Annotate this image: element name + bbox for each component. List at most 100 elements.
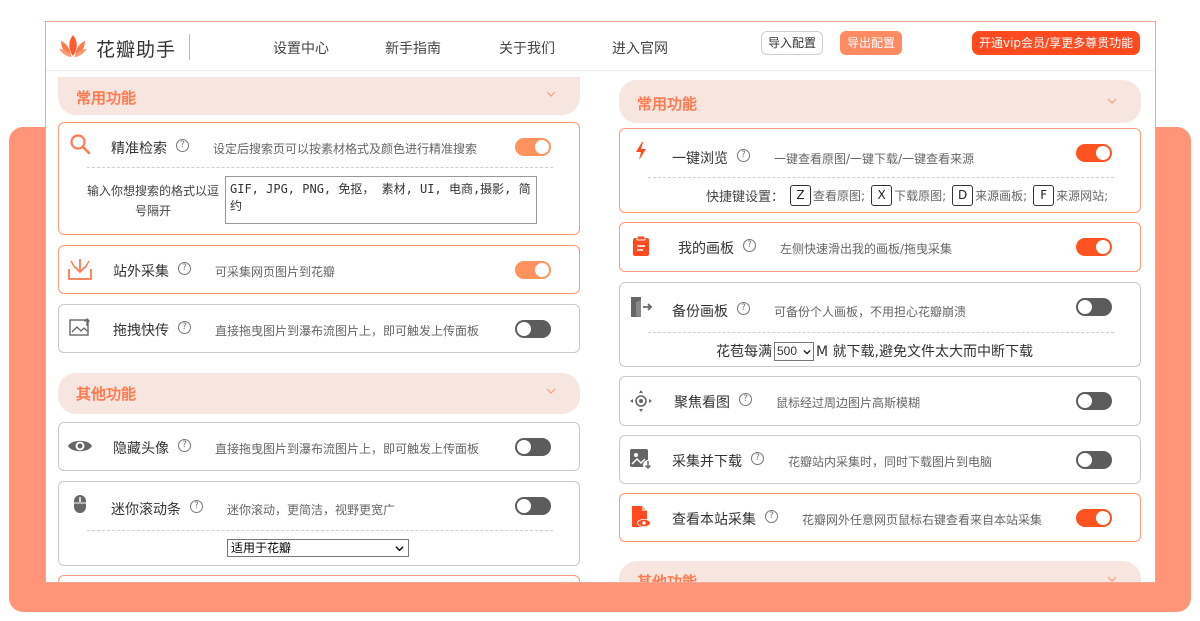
divider <box>87 167 553 168</box>
feature-title: 精准检索 <box>111 141 167 157</box>
feature-card-external-collect: 站外采集 ? 可采集网页图片到花瓣 <box>58 245 580 294</box>
my-board-toggle[interactable] <box>1076 238 1112 256</box>
section-title: 其他功能 <box>76 385 137 403</box>
help-icon[interactable]: ? <box>190 500 203 513</box>
feature-title: 站外采集 <box>113 264 169 280</box>
help-icon[interactable]: ? <box>178 262 191 275</box>
input-label: 输入你想搜索的格式以逗号隔开 <box>86 184 219 218</box>
file-eye-icon <box>628 504 654 530</box>
backup-prefix: 花苞每满 <box>716 344 772 360</box>
feature-description: 花瓣站内采集时，同时下载图片到电脑 <box>788 455 993 469</box>
section-header-common[interactable]: 常用功能 <box>619 80 1141 123</box>
collect-download-toggle[interactable] <box>1076 451 1112 469</box>
exit-door-icon <box>628 294 654 320</box>
nav-official-site[interactable]: 进入官网 <box>612 38 668 58</box>
section-header-other[interactable]: 其他功能 <box>58 373 580 414</box>
help-icon[interactable]: ? <box>737 149 750 162</box>
hotkey-f-input[interactable]: F <box>1033 185 1055 206</box>
feature-title: 聚焦看图 <box>674 395 730 411</box>
chevron-down-icon <box>1107 576 1117 582</box>
lotus-logo-icon <box>59 35 87 57</box>
feature-card-one-click: 一键浏览 ? 一键查看原图/一键下载/一键查看来源 快捷键设置： Z 查看原图;… <box>619 128 1141 213</box>
feature-card-collect-download: 采集并下载 ? 花瓣站内采集时，同时下载图片到电脑 <box>619 435 1141 484</box>
hotkey-d-input[interactable]: D <box>952 185 974 206</box>
divider <box>87 530 553 531</box>
external-collect-toggle[interactable] <box>515 261 551 279</box>
backup-size-select[interactable]: 500 <box>774 341 814 361</box>
section-title: 其他功能 <box>637 573 698 583</box>
brand-divider <box>189 34 190 60</box>
import-config-button[interactable]: 导入配置 <box>761 31 824 55</box>
collect-download-icon <box>67 256 93 282</box>
help-icon[interactable]: ? <box>751 452 764 465</box>
image-upload-icon <box>67 315 93 341</box>
section-header-common[interactable]: 常用功能 <box>58 77 580 115</box>
brand-name: 花瓣助手 <box>96 39 177 61</box>
hotkey-label: 快捷键设置： <box>706 190 785 205</box>
feature-card-my-board: 我的画板 ? 左侧快速滑出我的画板/拖曳采集 <box>619 222 1141 272</box>
hotkey-label: 查看原图; <box>813 189 866 203</box>
feature-description: 花瓣网外任意网页鼠标右键查看来自本站采集 <box>802 513 1043 527</box>
feature-card-mini-scroll: 迷你滚动条 ? 迷你滚动，更简洁，视野更宽广 适用于花瓣 <box>58 481 580 566</box>
feature-title: 隐藏头像 <box>113 441 169 457</box>
help-icon[interactable]: ? <box>176 139 189 152</box>
hotkey-z-input[interactable]: Z <box>790 185 812 206</box>
help-icon[interactable]: ? <box>737 302 750 315</box>
help-icon[interactable]: ? <box>178 439 191 452</box>
feature-card-precise-search: 精准检索 ? 设定后搜索页可以按素材格式及颜色进行精准搜索 输入你想搜索的格式以… <box>58 122 580 235</box>
feature-description: 迷你滚动，更简洁，视野更宽广 <box>227 503 396 517</box>
feature-title: 拖拽快传 <box>113 323 169 339</box>
nav-about-us[interactable]: 关于我们 <box>499 38 555 58</box>
section-title: 常用功能 <box>76 89 137 107</box>
scroll-target-select[interactable]: 适用于花瓣 <box>227 539 409 557</box>
backup-board-toggle[interactable] <box>1076 298 1112 316</box>
nav-settings-center[interactable]: 设置中心 <box>273 38 329 58</box>
feature-card-backup-board: 备份画板 ? 可备份个人画板，不用担心花瓣崩溃 花苞每满 500 M 就下载,避… <box>619 282 1141 367</box>
hotkey-label: 来源画板; <box>975 189 1028 203</box>
hotkey-x-input[interactable]: X <box>871 185 893 206</box>
mouse-icon <box>67 491 93 517</box>
feature-description: 左侧快速滑出我的画板/拖曳采集 <box>780 242 953 256</box>
feature-description: 直接拖曳图片到瀑布流图片上，即可触发上传面板 <box>215 324 480 338</box>
feature-card-focus-view: 聚焦看图 ? 鼠标经过周边图片高斯模糊 <box>619 376 1141 426</box>
one-click-toggle[interactable] <box>1076 144 1112 162</box>
help-icon[interactable]: ? <box>178 321 191 334</box>
eye-icon <box>67 433 93 459</box>
focus-view-toggle[interactable] <box>1076 392 1112 410</box>
export-config-button[interactable]: 导出配置 <box>840 31 903 55</box>
select-value: 适用于花瓣 <box>231 541 292 555</box>
feature-description: 可采集网页图片到花瓣 <box>215 265 336 279</box>
help-icon[interactable]: ? <box>765 510 778 523</box>
search-icon <box>67 131 93 157</box>
chevron-down-icon <box>546 91 556 97</box>
chevron-down-icon <box>1107 98 1117 104</box>
feature-description: 直接拖曳图片到瀑布流图片上，即可触发上传面板 <box>215 442 480 456</box>
divider <box>648 332 1114 333</box>
backup-threshold-row: 花苞每满 500 M 就下载,避免文件太大而中断下载 <box>716 341 1033 361</box>
focus-target-icon <box>628 388 654 414</box>
view-site-collect-toggle[interactable] <box>1076 509 1112 527</box>
precise-search-toggle[interactable] <box>515 138 551 156</box>
vip-button[interactable]: 开通vip会员/享更多尊贵功能 <box>972 31 1141 55</box>
feature-title: 备份画板 <box>672 304 728 320</box>
feature-title: 一键浏览 <box>672 151 728 167</box>
app-window: 花瓣助手 设置中心 新手指南 关于我们 进入官网 导入配置 导出配置 开通vip… <box>45 21 1156 583</box>
format-input[interactable]: GIF, JPG, PNG, 免抠， 素材, UI, 电商,摄影, 简约 <box>225 176 537 224</box>
select-value: 500 <box>777 343 798 358</box>
feature-card-view-site-collect: 查看本站采集 ? 花瓣网外任意网页鼠标右键查看来自本站采集 <box>619 493 1141 542</box>
help-icon[interactable]: ? <box>743 239 756 252</box>
hotkey-label: 下载原图; <box>894 189 947 203</box>
mini-scroll-toggle[interactable] <box>515 497 551 515</box>
nav-beginner-guide[interactable]: 新手指南 <box>385 38 441 58</box>
chevron-down-icon <box>803 349 811 355</box>
drag-upload-toggle[interactable] <box>515 320 551 338</box>
feature-description: 一键查看原图/一键下载/一键查看来源 <box>774 152 975 166</box>
section-header-other[interactable]: 其他功能 <box>619 561 1141 583</box>
chevron-down-icon <box>546 388 556 394</box>
lightning-icon <box>628 138 654 164</box>
hotkey-row: 快捷键设置： Z 查看原图; X 下载原图; D 来源画板; F 来源网站; <box>706 185 1108 206</box>
hide-avatar-toggle[interactable] <box>515 438 551 456</box>
feature-description: 可备份个人画板，不用担心花瓣崩溃 <box>774 305 967 319</box>
feature-card-drag-upload: 拖拽快传 ? 直接拖曳图片到瀑布流图片上，即可触发上传面板 <box>58 304 580 353</box>
help-icon[interactable]: ? <box>739 393 752 406</box>
